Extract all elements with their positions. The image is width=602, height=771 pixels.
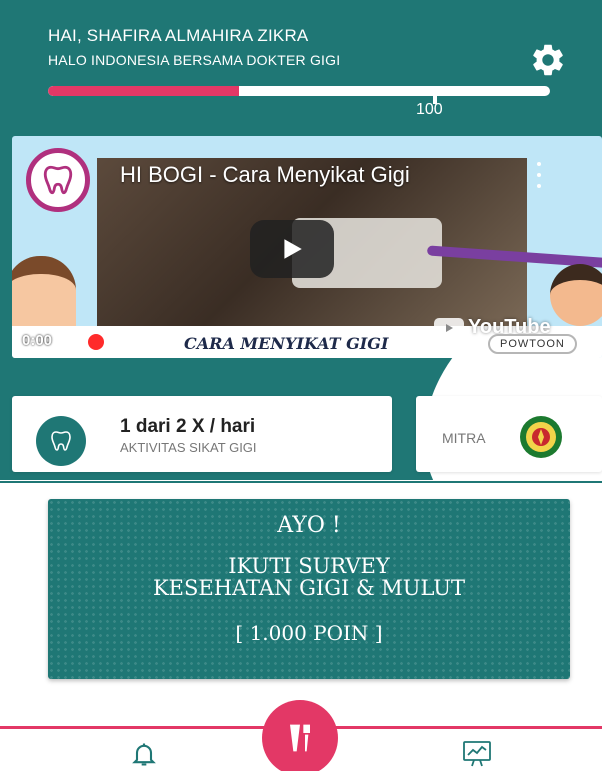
video-title: HI BOGI - Cara Menyikat Gigi (120, 162, 410, 187)
survey-line-3: KESEHATAN GIGI & MULUT (152, 576, 466, 600)
toothbrush-icon (290, 724, 310, 752)
points-progress-fill (48, 86, 239, 96)
mitra-card[interactable]: MITRA (416, 396, 602, 472)
video-progress-dot[interactable] (88, 334, 104, 350)
settings-button[interactable] (528, 40, 568, 80)
survey-points: [ 1.000 POIN ] (235, 621, 383, 645)
greeting-subtitle: HALO INDONESIA BERSAMA DOKTER GIGI (48, 52, 341, 68)
mitra-label: MITRA (442, 430, 486, 446)
survey-line-2: IKUTI SURVEY (228, 554, 390, 578)
youtube-play-icon (434, 317, 464, 338)
channel-logo[interactable] (26, 148, 90, 212)
more-vertical-icon[interactable] (532, 162, 546, 188)
tooth-logo-icon (43, 165, 73, 195)
play-button[interactable] (250, 220, 334, 278)
points-progress-bar (48, 86, 550, 96)
activity-label: AKTIVITAS SIKAT GIGI (120, 440, 257, 455)
play-icon (284, 239, 302, 259)
cartoon-girl (12, 256, 76, 336)
survey-line-1: AYO ! (277, 513, 341, 538)
activity-card[interactable]: 1 dari 2 X / hari AKTIVITAS SIKAT GIGI (12, 396, 392, 472)
cartoon-boy (550, 264, 602, 326)
tooth-icon (36, 416, 86, 466)
powtoon-logo: POWTOON (488, 334, 577, 354)
partner-logo (520, 416, 562, 458)
greeting: HAI, SHAFIRA ALMAHIRA ZIKRA (48, 26, 309, 45)
video-caption: CARA MENYIKAT GIGI (184, 334, 389, 353)
bell-icon[interactable] (130, 740, 158, 768)
chart-icon[interactable] (462, 740, 492, 768)
section-divider (0, 481, 602, 483)
video-time: 0:00 (22, 332, 53, 349)
video-player[interactable]: HI BOGI - Cara Menyikat Gigi CARA MENYIK… (12, 136, 602, 358)
survey-banner[interactable]: AYO ! IKUTI SURVEY KESEHATAN GIGI & MULU… (48, 499, 570, 679)
activity-count: 1 dari 2 X / hari (120, 416, 256, 437)
toothbrush-nav-button[interactable] (262, 700, 338, 771)
gear-icon (533, 44, 563, 76)
progress-target-label: 100 (416, 101, 443, 118)
